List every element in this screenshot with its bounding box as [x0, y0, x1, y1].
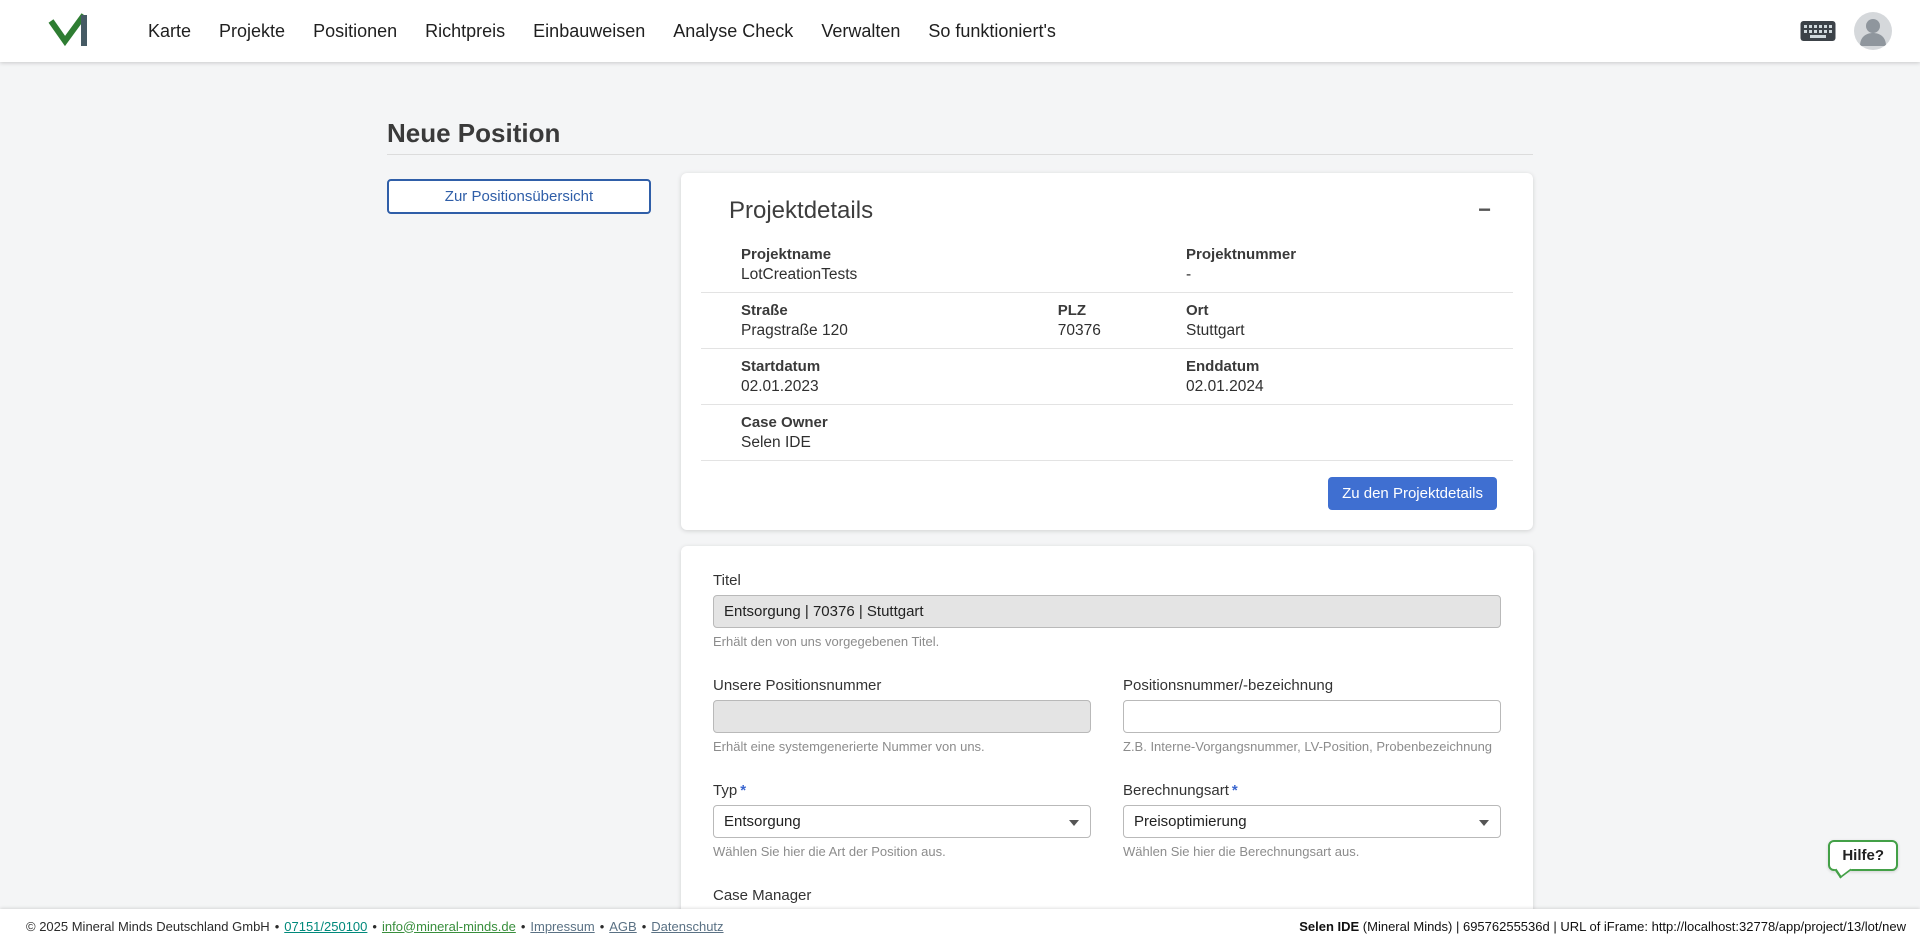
field-projektnummer: Projektnummer -: [1176, 237, 1513, 292]
new-position-form-card: Titel Erhält den von uns vorgegebenen Ti…: [681, 546, 1533, 943]
required-asterisk: *: [1232, 782, 1238, 799]
footer-left: © 2025 Mineral Minds Deutschland GmbH • …: [26, 919, 724, 934]
main-navigation: Karte Projekte Positionen Richtpreis Ein…: [144, 15, 1800, 48]
separator: •: [372, 919, 377, 934]
top-navbar: Karte Projekte Positionen Richtpreis Ein…: [0, 0, 1920, 62]
footer-session-text: (Mineral Minds) | 69576255536d | URL of …: [1363, 919, 1906, 934]
collapse-icon[interactable]: −: [1470, 197, 1499, 223]
unsere-positionsnummer-group: Unsere Positionsnummer Erhält eine syste…: [713, 677, 1091, 754]
typ-group: Typ* Entsorgung Wählen Sie hier die Art …: [713, 782, 1091, 859]
table-row: Startdatum 02.01.2023 Enddatum 02.01.202…: [701, 349, 1513, 405]
nav-item-positionen[interactable]: Positionen: [309, 15, 401, 48]
unsere-positionsnummer-label: Unsere Positionsnummer: [713, 677, 1091, 694]
typ-select[interactable]: Entsorgung: [713, 805, 1091, 838]
nav-item-so-funktionierts[interactable]: So funktioniert's: [924, 15, 1060, 48]
footer-impressum-link[interactable]: Impressum: [530, 919, 594, 934]
project-details-table: Projektname LotCreationTests Projektnumm…: [701, 237, 1513, 461]
required-asterisk: *: [740, 782, 746, 799]
project-details-card: Projektdetails − Projektname LotCreation…: [681, 173, 1533, 530]
left-column: Zur Positionsübersicht: [387, 173, 681, 214]
nav-item-projekte[interactable]: Projekte: [215, 15, 289, 48]
footer: © 2025 Mineral Minds Deutschland GmbH • …: [0, 909, 1920, 943]
separator: •: [521, 919, 526, 934]
position-number-row: Unsere Positionsnummer Erhält eine syste…: [713, 677, 1501, 754]
main-content: Neue Position Zur Positionsübersicht Pro…: [387, 62, 1533, 943]
user-avatar-icon[interactable]: [1854, 12, 1892, 50]
positionsnummer-bezeichnung-label: Positionsnummer/-bezeichnung: [1123, 677, 1501, 694]
positionsnummer-bezeichnung-group: Positionsnummer/-bezeichnung Z.B. Intern…: [1123, 677, 1501, 754]
separator: •: [642, 919, 647, 934]
navbar-right: [1800, 12, 1892, 50]
typ-label: Typ*: [713, 782, 1091, 799]
field-case-owner: Case Owner Selen IDE: [701, 405, 1513, 460]
footer-agb-link[interactable]: AGB: [609, 919, 636, 934]
separator: •: [275, 919, 280, 934]
titel-label: Titel: [713, 572, 1501, 589]
typ-helper: Wählen Sie hier die Art der Position aus…: [713, 844, 1091, 859]
brand-logo[interactable]: [46, 8, 90, 54]
berechnungsart-select[interactable]: Preisoptimierung: [1123, 805, 1501, 838]
footer-session-info: Selen IDE (Mineral Minds) | 69576255536d…: [1299, 919, 1906, 934]
table-row: Straße Pragstraße 120 PLZ 70376 Ort Stut…: [701, 293, 1513, 349]
positionsnummer-bezeichnung-input[interactable]: [1123, 700, 1501, 733]
field-enddatum: Enddatum 02.01.2024: [1176, 349, 1513, 404]
table-row: Case Owner Selen IDE: [701, 405, 1513, 461]
berechnungsart-helper: Wählen Sie hier die Berechnungsart aus.: [1123, 844, 1501, 859]
separator: •: [600, 919, 605, 934]
field-startdatum: Startdatum 02.01.2023: [701, 349, 1176, 404]
nav-item-analyse-check[interactable]: Analyse Check: [669, 15, 797, 48]
footer-user-name: Selen IDE: [1299, 919, 1359, 934]
field-projektname: Projektname LotCreationTests: [701, 237, 1176, 292]
nav-item-karte[interactable]: Karte: [144, 15, 195, 48]
copyright-text: © 2025 Mineral Minds Deutschland GmbH: [26, 919, 270, 934]
field-ort: Ort Stuttgart: [1176, 293, 1513, 348]
mineral-minds-logo-icon: [46, 8, 90, 54]
nav-item-verwalten[interactable]: Verwalten: [817, 15, 904, 48]
project-card-title: Projektdetails: [729, 197, 873, 225]
type-calculation-row: Typ* Entsorgung Wählen Sie hier die Art …: [713, 782, 1501, 859]
nav-item-richtpreis[interactable]: Richtpreis: [421, 15, 509, 48]
field-plz: PLZ 70376: [1048, 293, 1176, 348]
help-button[interactable]: Hilfe?: [1828, 840, 1898, 871]
title-divider: [387, 154, 1533, 155]
titel-field-group: Titel Erhält den von uns vorgegebenen Ti…: [713, 572, 1501, 649]
project-details-button[interactable]: Zu den Projektdetails: [1328, 477, 1497, 510]
table-row: Projektname LotCreationTests Projektnumm…: [701, 237, 1513, 293]
field-strasse: Straße Pragstraße 120: [701, 293, 1048, 348]
page-title: Neue Position: [387, 118, 1533, 148]
titel-input: [713, 595, 1501, 628]
footer-phone-link[interactable]: 07151/250100: [284, 919, 367, 934]
keyboard-icon[interactable]: [1800, 20, 1836, 42]
unsere-positionsnummer-input: [713, 700, 1091, 733]
footer-datenschutz-link[interactable]: Datenschutz: [651, 919, 723, 934]
titel-helper: Erhält den von uns vorgegebenen Titel.: [713, 634, 1501, 649]
berechnungsart-label: Berechnungsart*: [1123, 782, 1501, 799]
unsere-positionsnummer-helper: Erhält eine systemgenerierte Nummer von …: [713, 739, 1091, 754]
berechnungsart-group: Berechnungsart* Preisoptimierung Wählen …: [1123, 782, 1501, 859]
positionsnummer-bezeichnung-helper: Z.B. Interne-Vorgangsnummer, LV-Position…: [1123, 739, 1501, 754]
nav-item-einbauweisen[interactable]: Einbauweisen: [529, 15, 649, 48]
footer-email-link[interactable]: info@mineral-minds.de: [382, 919, 516, 934]
back-to-positions-button[interactable]: Zur Positionsübersicht: [387, 179, 651, 214]
right-column: Projektdetails − Projektname LotCreation…: [681, 173, 1533, 943]
case-manager-label: Case Manager: [713, 887, 1501, 904]
